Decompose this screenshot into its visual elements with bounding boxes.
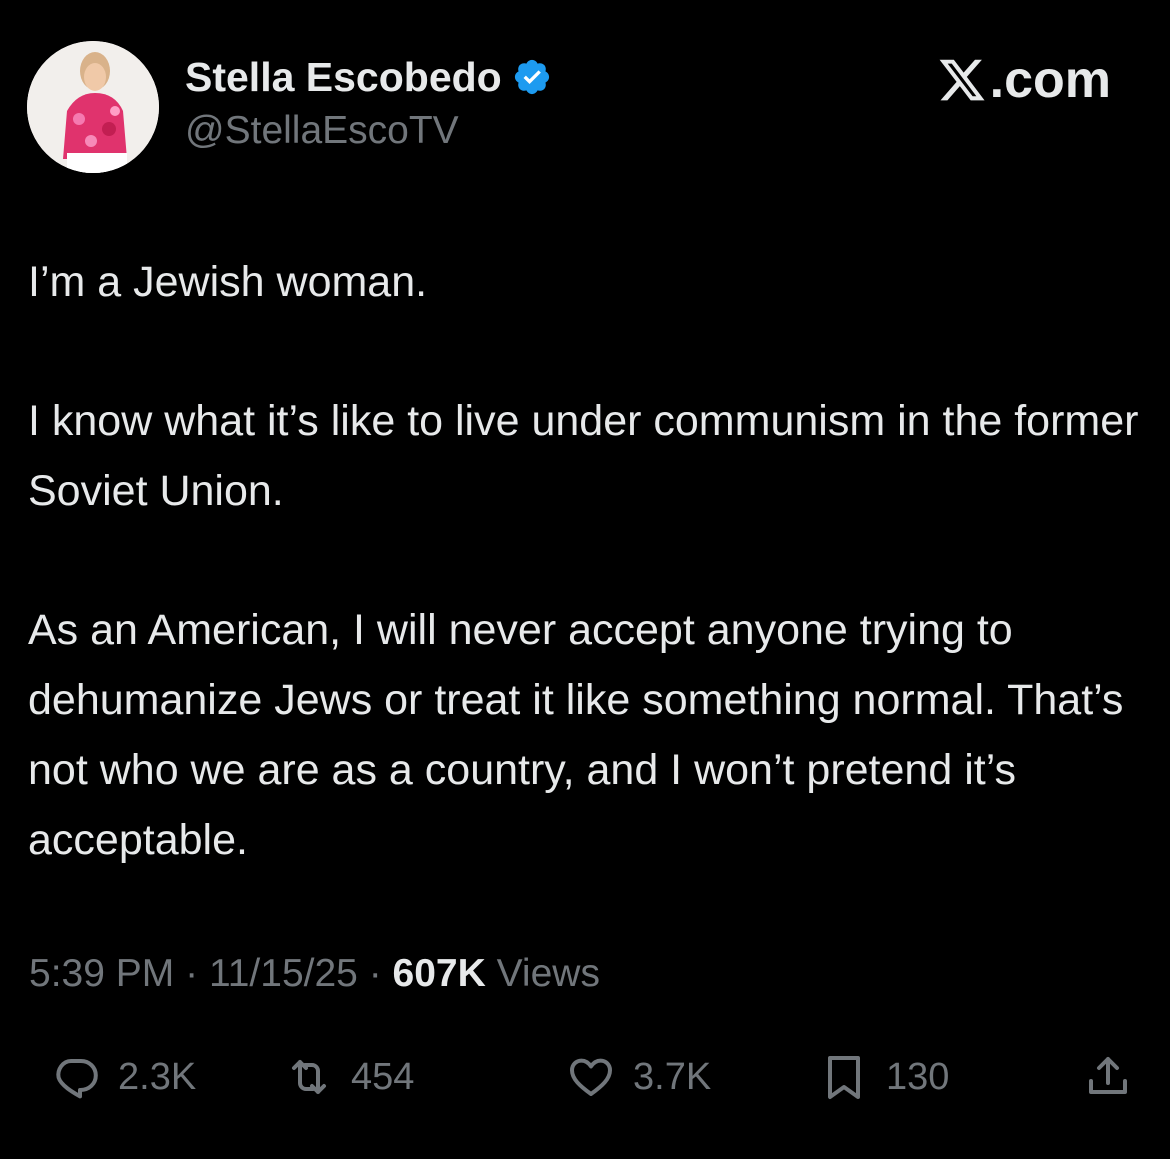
heart-icon bbox=[570, 1058, 612, 1096]
tweet-date[interactable]: 11/15/25 bbox=[209, 952, 358, 995]
action-bar: 2.3K 454 3.7K 130 bbox=[0, 1045, 1170, 1109]
tweet-paragraph: I’m a Jewish woman. bbox=[28, 258, 428, 306]
tweet-paragraph: As an American, I will never accept anyo… bbox=[28, 606, 1136, 864]
meta-separator: · bbox=[185, 952, 199, 995]
bookmark-button[interactable]: 130 bbox=[820, 1045, 949, 1109]
repost-button[interactable]: 454 bbox=[285, 1045, 414, 1109]
avatar[interactable] bbox=[27, 41, 159, 173]
reply-icon bbox=[56, 1059, 98, 1099]
tweet-paragraph: I know what it’s like to live under comm… bbox=[28, 397, 1151, 515]
author-display-name[interactable]: Stella Escobedo bbox=[185, 52, 552, 102]
reply-count: 2.3K bbox=[118, 1055, 197, 1098]
share-button[interactable] bbox=[1084, 1045, 1132, 1109]
bookmark-count: 130 bbox=[886, 1055, 950, 1098]
views-count[interactable]: 607K bbox=[393, 952, 486, 995]
repost-count: 454 bbox=[351, 1055, 415, 1098]
verified-badge-icon bbox=[512, 57, 552, 97]
bookmark-icon bbox=[828, 1056, 860, 1099]
author-handle[interactable]: @StellaEscoTV bbox=[185, 107, 459, 155]
like-button[interactable]: 3.7K bbox=[567, 1045, 711, 1109]
brand-watermark: .com bbox=[936, 50, 1111, 110]
x-logo-icon bbox=[939, 59, 985, 101]
tweet-meta: 5:39 PM · 11/15/25 · 607K Views bbox=[29, 950, 600, 998]
meta-separator: · bbox=[368, 952, 382, 995]
share-icon bbox=[1089, 1057, 1127, 1094]
tweet-text: I’m a Jewish woman. I know what it’s lik… bbox=[28, 247, 1148, 944]
tweet-time[interactable]: 5:39 PM bbox=[29, 952, 174, 995]
views-label[interactable]: Views bbox=[497, 952, 600, 995]
reply-button[interactable]: 2.3K bbox=[52, 1045, 196, 1109]
like-count: 3.7K bbox=[633, 1055, 712, 1098]
repost-icon bbox=[292, 1060, 326, 1094]
brand-domain: .com bbox=[989, 51, 1111, 109]
author-name-text[interactable]: Stella Escobedo bbox=[185, 52, 502, 102]
